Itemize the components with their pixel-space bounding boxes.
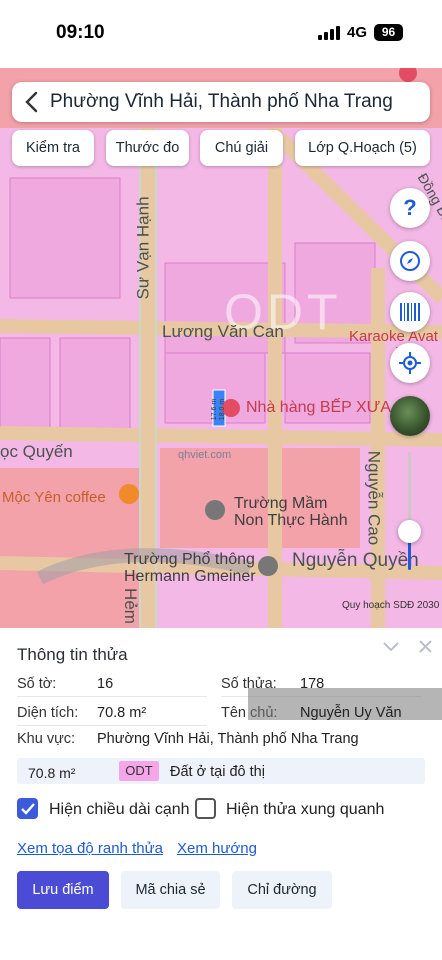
zone-area: 70.8 m²	[28, 765, 76, 781]
close-icon[interactable]	[419, 640, 432, 653]
view-coordinates-link[interactable]: Xem tọa độ ranh thửa	[17, 840, 163, 857]
collapse-chevron-icon[interactable]	[383, 641, 399, 653]
share-code-button[interactable]: Mã chia sẻ	[121, 871, 220, 909]
compass-button[interactable]	[390, 241, 430, 281]
barcode-button[interactable]	[390, 292, 430, 332]
opacity-slider-thumb[interactable]	[398, 520, 421, 543]
toolbar-legend-button[interactable]: Chú giải	[200, 130, 283, 166]
road-nguyen-quyen: Nguyễn Quyền	[292, 550, 419, 571]
road-su-van-hanh: Sư Vạn Hạnh	[133, 196, 153, 300]
divider	[17, 696, 207, 697]
status-time: 09:10	[56, 22, 105, 43]
target-icon	[399, 352, 421, 374]
barcode-icon	[400, 303, 420, 321]
sheet-number-label: Số tờ:	[17, 676, 57, 692]
zone-code-badge: ODT	[119, 761, 159, 781]
battery-icon: 96	[374, 24, 403, 41]
school-label-2b: Hermann Gmeiner	[124, 568, 256, 585]
signal-icon	[318, 26, 340, 40]
locate-button[interactable]	[390, 343, 430, 383]
school-label-1a: Trường Mầm	[234, 495, 328, 512]
region-value: Phường Vĩnh Hải, Thành phố Nha Trang	[97, 731, 359, 747]
area-label: Diện tích:	[17, 705, 79, 721]
help-icon: ?	[403, 195, 417, 220]
watermark-text: qhviet.com	[178, 449, 232, 461]
back-button[interactable]	[12, 82, 50, 122]
status-bar: 09:10 4G 96	[0, 0, 442, 68]
show-edge-length-checkbox[interactable]	[17, 798, 38, 819]
map-caption: Quy hoạch SDĐ 2030	[342, 600, 440, 611]
road-nguyen-cao: Nguyễn Cao	[364, 450, 384, 546]
toolbar-check-button[interactable]: Kiểm tra	[12, 130, 94, 166]
divider	[17, 725, 207, 726]
owner-value: Nguyễn Uy Văn	[300, 705, 402, 721]
compass-icon	[400, 251, 420, 271]
search-location-text: Phường Vĩnh Hải, Thành phố Nha Trang	[50, 91, 393, 112]
directions-button[interactable]: Chỉ đường	[232, 871, 332, 909]
toolbar-planning-layer-button[interactable]: Lớp Q.Hoạch (5)	[295, 130, 430, 166]
school-label-1b: Non Thực Hành	[234, 512, 348, 529]
satellite-layer-button[interactable]	[390, 396, 430, 436]
parcel-info-sheet: Thông tin thửa Số tờ: 16 Số thửa: 178 Di…	[0, 628, 442, 960]
restaurant-label: Nhà hàng BẾP XƯA	[246, 399, 392, 416]
checkmark-icon	[20, 802, 35, 815]
school-label-2a: Trường Phổ thông	[124, 551, 255, 568]
road-ngoc-quyen: ọc Quyến	[0, 442, 73, 461]
show-edge-length-label[interactable]: Hiện chiều dài cạnh	[49, 801, 190, 819]
cafe-label: Mộc Yên coffee	[2, 489, 106, 506]
network-label: 4G	[347, 24, 368, 41]
road-luong-van-can: Lương Văn Can	[162, 322, 284, 341]
show-neighbors-checkbox[interactable]	[195, 798, 216, 819]
region-label: Khu vực:	[17, 731, 76, 747]
chevron-left-icon	[25, 91, 38, 113]
help-button[interactable]: ?	[390, 188, 430, 228]
parcel-length-b: 18.0 m	[219, 398, 227, 421]
save-point-button[interactable]: Lưu điểm	[17, 871, 109, 909]
zone-description: Đất ở tại đô thị	[170, 764, 265, 780]
show-neighbors-label[interactable]: Hiện thửa xung quanh	[226, 801, 384, 819]
area-value: 70.8 m²	[97, 705, 147, 721]
parcel-length-a: 17.6 m	[211, 398, 219, 421]
view-direction-link[interactable]: Xem hướng	[177, 840, 257, 857]
road-hem: Hẻm	[120, 588, 140, 624]
search-bar[interactable]: Phường Vĩnh Hải, Thành phố Nha Trang	[12, 82, 430, 122]
sheet-number-value: 16	[97, 676, 114, 692]
sheet-title: Thông tin thửa	[17, 645, 128, 664]
toolbar-measure-button[interactable]: Thước đo	[106, 130, 189, 166]
karaoke-label: Karaoke Avat	[349, 328, 438, 345]
